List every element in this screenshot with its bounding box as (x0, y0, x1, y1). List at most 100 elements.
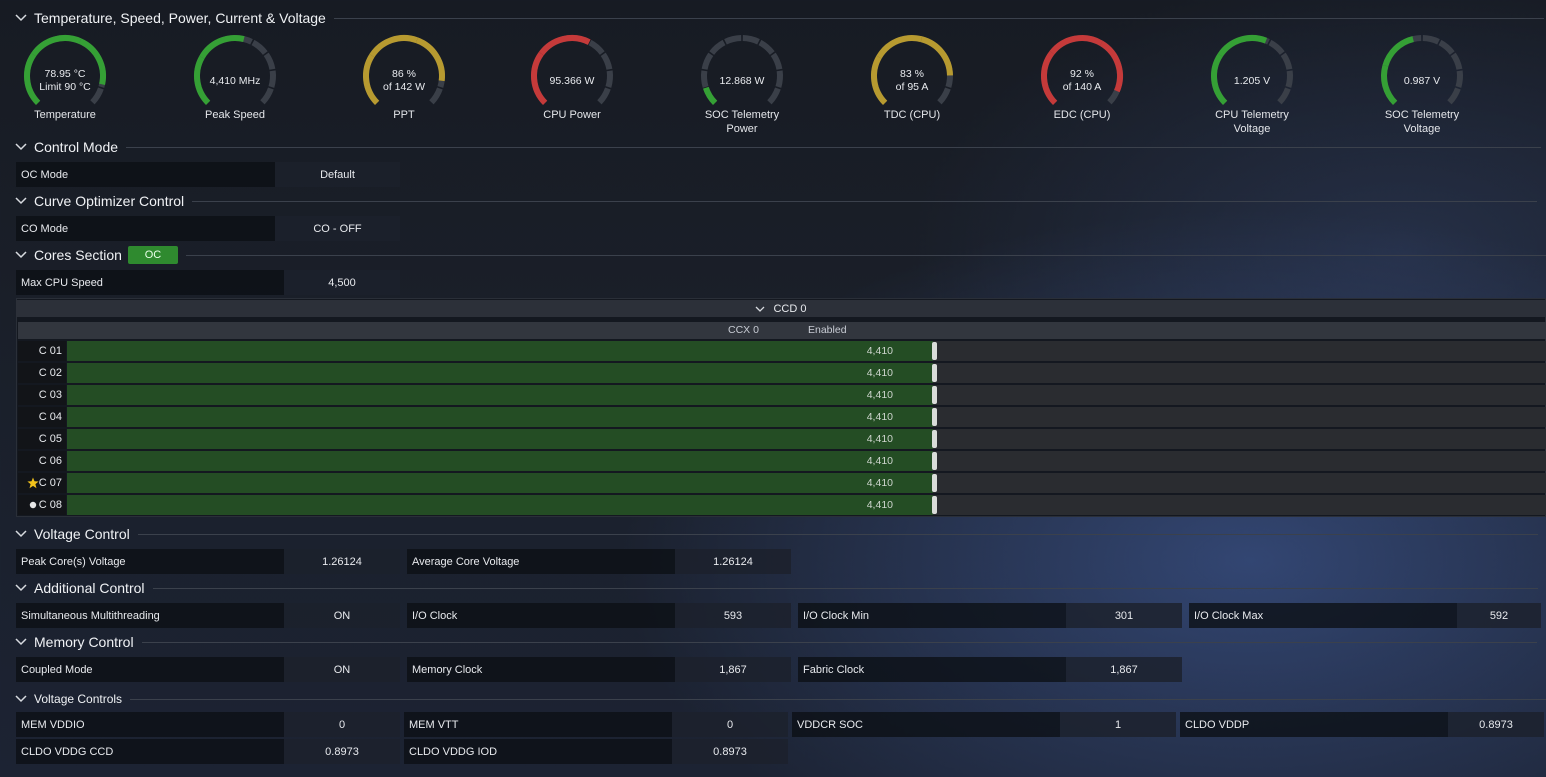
core-slider-handle[interactable] (932, 342, 937, 360)
field-value[interactable]: 592 (1457, 603, 1541, 628)
gauge-label: EDC (CPU) (1022, 108, 1142, 122)
core-slider-handle[interactable] (932, 474, 937, 492)
co-mode-field[interactable]: CO Mode CO - OFF (16, 216, 400, 241)
field-value[interactable]: 4,500 (284, 270, 400, 295)
field-value[interactable]: 0.8973 (284, 739, 400, 764)
io-clock-min-field[interactable]: I/O Clock Min 301 (798, 603, 1182, 628)
field-value[interactable]: CO - OFF (275, 216, 400, 241)
core-row[interactable]: C 02 4,410 (18, 363, 1546, 383)
chevron-down-icon[interactable] (14, 635, 28, 649)
mem-vddio-field[interactable]: MEM VDDIO 0 (16, 712, 400, 737)
gauge-value-arc (1382, 36, 1414, 67)
field-value[interactable]: 0.8973 (672, 739, 788, 764)
core-slider-track[interactable]: 4,410 (67, 385, 1546, 405)
chevron-down-icon[interactable] (14, 140, 28, 154)
field-value[interactable]: 1 (1060, 712, 1176, 737)
core-slider-track[interactable]: 4,410 (67, 363, 1546, 383)
core-slider-handle[interactable] (932, 452, 937, 470)
ccx-label: CCX 0 (728, 324, 759, 336)
gauge-value-arc (876, 35, 923, 59)
gauge-dial (701, 35, 783, 105)
core-slider-track[interactable]: 4,410 (67, 495, 1546, 515)
field-value[interactable]: 593 (675, 603, 791, 628)
field-value[interactable]: 1,867 (675, 657, 791, 682)
cldo-vddg-iod-field[interactable]: CLDO VDDG IOD 0.8973 (404, 739, 788, 764)
core-slider-track[interactable]: 4,410 (67, 341, 1546, 361)
core-row[interactable]: C 07 4,410 (18, 473, 1546, 493)
field-key: Memory Clock (407, 657, 675, 682)
field-value[interactable]: 1,867 (1066, 657, 1182, 682)
core-slider-handle[interactable] (932, 386, 937, 404)
field-value[interactable]: ON (284, 657, 400, 682)
gauge-label: CPU Power (512, 108, 632, 122)
field-value[interactable]: Default (275, 162, 400, 187)
gauge-track-segment (597, 87, 611, 105)
vddcr-soc-field[interactable]: VDDCR SOC 1 (792, 712, 1176, 737)
gauge: 1.205 V CPU Telemetry Voltage (1192, 32, 1312, 142)
memory-clock-field[interactable]: Memory Clock 1,867 (407, 657, 791, 682)
gauge: 12.868 W SOC Telemetry Power (682, 32, 802, 142)
chevron-down-icon[interactable] (14, 692, 28, 706)
field-key: Coupled Mode (16, 657, 284, 682)
chevron-down-icon[interactable] (14, 11, 28, 25)
core-row[interactable]: C 08 4,410 (18, 495, 1546, 515)
core-row[interactable]: C 01 4,410 (18, 341, 1546, 361)
max-cpu-speed-field[interactable]: Max CPU Speed 4,500 (16, 270, 400, 295)
field-key: I/O Clock Min (798, 603, 1066, 628)
core-slider-handle[interactable] (932, 496, 937, 514)
peak-core-voltage-field[interactable]: Peak Core(s) Voltage 1.26124 (16, 549, 400, 574)
field-value[interactable]: 1.26124 (675, 549, 791, 574)
ccd-header[interactable]: CCD 0 (16, 300, 1546, 317)
core-slider-handle[interactable] (932, 430, 937, 448)
section-voltage-control[interactable]: Voltage Control (14, 524, 1538, 544)
chevron-down-icon[interactable] (14, 527, 28, 541)
core-slider-track[interactable]: 4,410 (67, 473, 1546, 493)
section-voltage-controls[interactable]: Voltage Controls (14, 689, 1546, 709)
section-memory-control[interactable]: Memory Control (14, 632, 1537, 652)
io-clock-max-field[interactable]: I/O Clock Max 592 (1189, 603, 1541, 628)
core-slider-handle[interactable] (932, 408, 937, 426)
cldo-vddp-field[interactable]: CLDO VDDP 0.8973 (1180, 712, 1544, 737)
core-slider-track[interactable]: 4,410 (67, 407, 1546, 427)
section-sensors[interactable]: Temperature, Speed, Power, Current & Vol… (14, 8, 1544, 28)
field-value[interactable]: 0 (284, 712, 400, 737)
gauge-value-line1: 95.366 W (549, 75, 595, 87)
io-clock-field[interactable]: I/O Clock 593 (407, 603, 791, 628)
oc-mode-field[interactable]: OC Mode Default (16, 162, 400, 187)
fabric-clock-field[interactable]: Fabric Clock 1,867 (798, 657, 1182, 682)
gauge-label-line1: TDC (CPU) (883, 109, 941, 121)
field-value[interactable]: 301 (1066, 603, 1182, 628)
section-additional-control[interactable]: Additional Control (14, 578, 1538, 598)
chevron-down-icon[interactable] (14, 248, 28, 262)
star-icon (26, 476, 40, 490)
core-name-cell: C 05 (18, 429, 66, 449)
core-row[interactable]: C 03 4,410 (18, 385, 1546, 405)
field-value[interactable]: ON (284, 603, 400, 628)
gauge: 92 % of 140 A EDC (CPU) (1022, 32, 1142, 142)
field-value[interactable]: 0 (672, 712, 788, 737)
average-core-voltage-field[interactable]: Average Core Voltage 1.26124 (407, 549, 791, 574)
chevron-down-icon[interactable] (14, 194, 28, 208)
divider (185, 254, 1546, 256)
chevron-down-icon[interactable] (755, 303, 765, 315)
mem-vtt-field[interactable]: MEM VTT 0 (404, 712, 788, 737)
gauge-value: 0.987 V (1362, 75, 1482, 88)
cldo-vddg-ccd-field[interactable]: CLDO VDDG CCD 0.8973 (16, 739, 400, 764)
core-slider-handle[interactable] (932, 364, 937, 382)
gauge: 4,410 MHz Peak Speed (175, 32, 295, 142)
section-curve-optimizer[interactable]: Curve Optimizer Control (14, 191, 1538, 211)
gauge-value: 1.205 V (1192, 75, 1312, 88)
core-row[interactable]: C 05 4,410 (18, 429, 1546, 449)
section-cores[interactable]: Cores Section OC (14, 245, 1546, 265)
chevron-down-icon[interactable] (14, 581, 28, 595)
core-slider-track[interactable]: 4,410 (67, 429, 1546, 449)
core-slider-track[interactable]: 4,410 (67, 451, 1546, 471)
core-row[interactable]: C 06 4,410 (18, 451, 1546, 471)
smt-field[interactable]: Simultaneous Multithreading ON (16, 603, 400, 628)
field-value[interactable]: 0.8973 (1448, 712, 1544, 737)
field-value[interactable]: 1.26124 (284, 549, 400, 574)
core-name: C 02 (38, 367, 62, 379)
core-row[interactable]: C 04 4,410 (18, 407, 1546, 427)
divider (333, 17, 1544, 19)
coupled-mode-field[interactable]: Coupled Mode ON (16, 657, 400, 682)
